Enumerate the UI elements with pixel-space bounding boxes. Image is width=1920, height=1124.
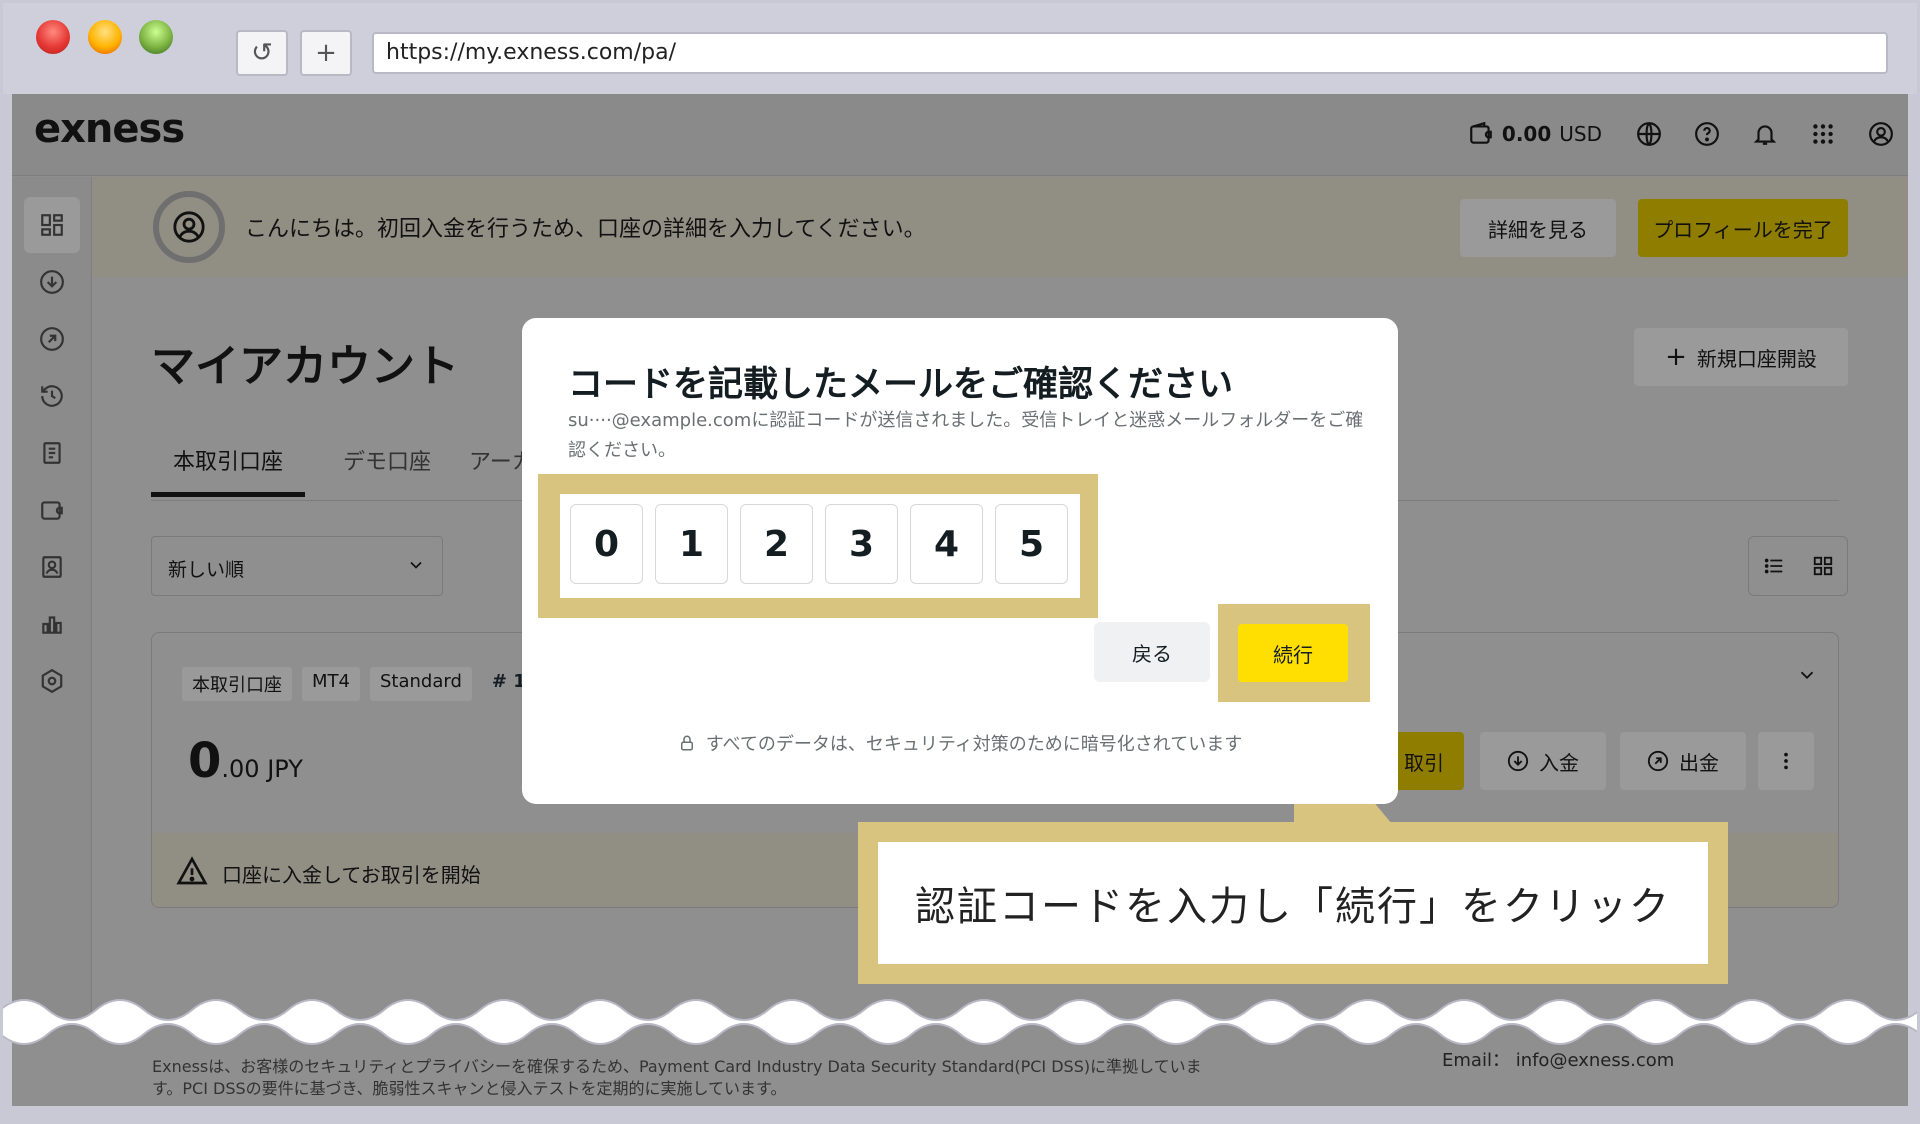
email-link[interactable]: info@exness.com — [1516, 1050, 1675, 1071]
code-digit-6[interactable]: 5 — [995, 504, 1068, 584]
torn-edge-divider — [0, 999, 1920, 1045]
close-window-icon[interactable] — [36, 20, 70, 54]
page-title: マイアカウント — [151, 341, 459, 392]
code-input-group: 0 1 2 3 4 5 — [560, 494, 1080, 598]
bell-icon[interactable] — [1748, 117, 1782, 151]
history-icon[interactable] — [24, 368, 80, 424]
balance-amount: 0.00 — [1501, 122, 1552, 146]
progress-ring — [153, 191, 225, 263]
footer-email: Email： info@exness.com — [1442, 1046, 1674, 1072]
profile-banner: こんにちは。初回入金を行うため、口座の詳細を入力してください。 — [93, 177, 1908, 277]
withdraw-icon — [1647, 750, 1669, 772]
balance-decimal: .00 JPY — [221, 755, 303, 783]
email-label: Email： — [1442, 1050, 1510, 1071]
more-options-button[interactable] — [1758, 732, 1814, 790]
verification-modal: コードを記載したメールをご確認ください su····@example.comに認… — [522, 318, 1398, 804]
modal-title: コードを記載したメールをご確認ください — [568, 365, 1234, 405]
deposit-label: 入金 — [1539, 750, 1579, 775]
new-account-label: 新規口座開設 — [1696, 346, 1817, 371]
code-digit-5[interactable]: 4 — [910, 504, 983, 584]
help-icon[interactable] — [1690, 117, 1724, 151]
complete-profile-button[interactable]: プロフィールを完了 — [1638, 199, 1848, 257]
plus-icon: + — [315, 38, 337, 68]
chevron-down-icon[interactable] — [1796, 664, 1818, 686]
banner-message: こんにちは。初回入金を行うため、口座の詳細を入力してください。 — [245, 217, 926, 242]
grid-view-icon[interactable] — [1812, 555, 1834, 577]
code-digit-3[interactable]: 2 — [740, 504, 813, 584]
new-tab-button[interactable]: + — [300, 30, 352, 76]
tab-real[interactable]: 本取引口座 — [151, 444, 306, 497]
trade-label: 取引 — [1404, 750, 1444, 775]
exness-logo[interactable]: exness — [34, 106, 185, 152]
balance-currency: USD — [1559, 122, 1602, 146]
reload-button[interactable]: ↺ — [236, 30, 288, 76]
minimize-window-icon[interactable] — [88, 20, 122, 54]
code-digit-2[interactable]: 1 — [655, 504, 728, 584]
balance-integer: 0 — [188, 733, 222, 789]
withdraw-icon[interactable] — [24, 311, 80, 367]
reload-icon: ↺ — [251, 38, 273, 68]
wallet-icon — [1470, 121, 1492, 144]
warning-icon — [176, 856, 208, 885]
details-button[interactable]: 詳細を見る — [1460, 199, 1616, 257]
list-view-icon[interactable] — [1763, 555, 1785, 577]
address-bar[interactable]: https://my.exness.com/pa/ — [372, 32, 1888, 74]
code-digit-4[interactable]: 3 — [825, 504, 898, 584]
tag-platform: MT4 — [302, 667, 360, 701]
account-balance: 0.00 JPY — [188, 733, 303, 789]
new-account-button[interactable]: + 新規口座開設 — [1634, 328, 1848, 386]
maximize-window-icon[interactable] — [139, 20, 173, 54]
continue-button[interactable]: 続行 — [1238, 624, 1348, 682]
callout-text: 認証コードを入力し「続行」をクリック — [878, 842, 1708, 964]
dashboard-icon[interactable] — [24, 197, 80, 253]
top-icons: 0.00 USD — [1468, 114, 1898, 154]
user-icon[interactable] — [1864, 117, 1898, 151]
settings-icon[interactable] — [24, 653, 80, 709]
view-toggle — [1748, 536, 1848, 596]
wallet-icon[interactable] — [24, 482, 80, 538]
account-tags: 本取引口座 MT4 Standard # 1 — [182, 667, 536, 701]
withdraw-button[interactable]: 出金 — [1620, 732, 1746, 790]
browser-chrome: ↺ + https://my.exness.com/pa/ — [0, 0, 1920, 94]
tag-plan: Standard — [369, 667, 472, 701]
balance-display[interactable]: 0.00 USD — [1468, 121, 1602, 147]
sort-value: 新しい順 — [168, 559, 245, 581]
account-tabs: 本取引口座 デモ口座 アーカ — [151, 444, 534, 497]
user-icon — [173, 211, 205, 243]
sidebar — [12, 177, 92, 1106]
chevron-down-icon — [410, 561, 422, 569]
apps-grid-icon[interactable] — [1806, 117, 1840, 151]
footer-pci-text: Exnessは、お客様のセキュリティとプライバシーを確保するため、Payment… — [152, 1057, 1202, 1098]
modal-description: su····@example.comに認証コードが送信されました。受信トレイと迷… — [568, 410, 1364, 461]
analytics-icon[interactable] — [24, 596, 80, 652]
back-button[interactable]: 戻る — [1094, 622, 1210, 682]
tag-account-type: 本取引口座 — [182, 667, 292, 701]
top-bar: exness 0.00 USD — [12, 94, 1908, 176]
sort-select[interactable]: 新しい順 — [151, 536, 443, 596]
warning-text: 口座に入金してお取引を開始 — [222, 863, 481, 887]
deposit-icon — [1507, 750, 1529, 772]
security-text: すべてのデータは、セキュリティ対策のために暗号化されています — [705, 734, 1243, 755]
security-note: すべてのデータは、セキュリティ対策のために暗号化されています — [522, 730, 1398, 756]
profile-card-icon[interactable] — [24, 539, 80, 595]
withdraw-label: 出金 — [1679, 750, 1719, 775]
lock-icon — [680, 735, 693, 751]
globe-icon[interactable] — [1632, 117, 1666, 151]
more-vertical-icon — [1784, 752, 1788, 770]
deposit-icon[interactable] — [24, 254, 80, 310]
tab-demo[interactable]: デモ口座 — [343, 444, 431, 497]
plus-icon: + — [1665, 342, 1687, 372]
documents-icon[interactable] — [24, 425, 80, 481]
code-digit-1[interactable]: 0 — [570, 504, 643, 584]
deposit-button[interactable]: 入金 — [1480, 732, 1606, 790]
